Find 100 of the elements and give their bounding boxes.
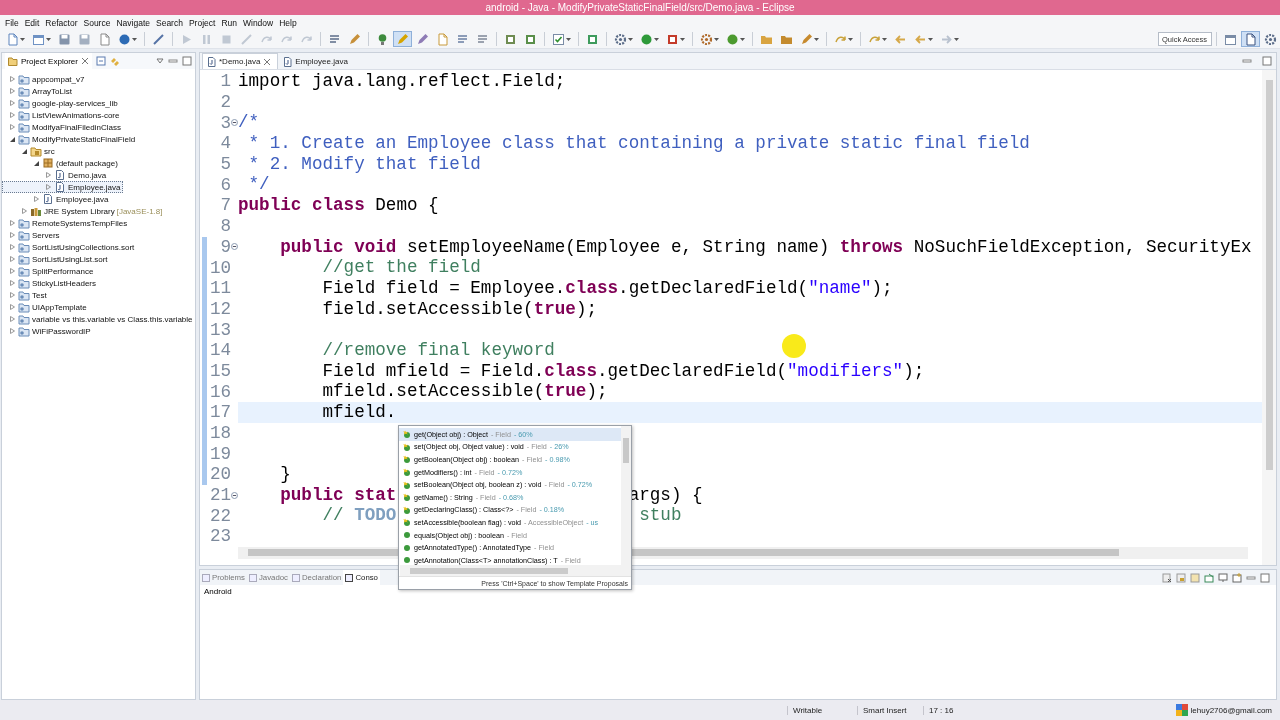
menu-item[interactable]: Source [80,17,114,28]
project-folder-icon [18,241,30,253]
caret-icon [954,37,959,41]
link-icon [109,56,120,66]
tree-item[interactable]: SplitPerformance [2,265,97,277]
tree-item[interactable]: (default package) [2,157,121,169]
maximize-icon [1260,572,1270,583]
tree-item[interactable]: StickyListHeaders [2,277,100,289]
project-folder-icon [18,217,30,229]
project-folder-icon [18,73,30,85]
menu-item[interactable]: Navigate [113,17,153,28]
view-menu-icon [156,57,164,65]
code-line: Field field = Employee.class.getDeclaredField("name"); [322,277,893,299]
line-number: 22 [208,505,231,526]
code-line: * 2. Modify that field [248,153,481,175]
tree-item[interactable]: ListViewAnimations-core [2,109,123,121]
left-arrow-icon [914,32,927,46]
starred-method-icon [403,455,411,464]
tree-item[interactable]: RemoteSystemsTempFiles [2,217,131,229]
maximize-icon [182,56,192,66]
lines-icon [328,32,341,46]
close-icon [263,57,272,66]
line-number: 6 [219,174,231,195]
popup-scrollbar[interactable] [621,426,631,565]
tree-item[interactable]: variable vs this.variable vs Class.this.variable [2,313,196,325]
vertical-scrollbar[interactable] [1262,70,1276,565]
tree-item[interactable]: ModifyaFinalFiledinClass [2,121,124,133]
java-file-icon [207,56,216,67]
starred-method-icon [403,493,411,502]
books-icon [30,205,42,217]
pencil-icon [348,32,361,46]
tree-item[interactable]: google-play-services_lib [2,97,121,109]
project-folder-icon [18,325,30,337]
line-number: 15 [208,360,231,381]
tree-item[interactable]: Demo.java [2,169,110,181]
left-arrow-icon [894,32,907,46]
popup-horizontal-scrollbar[interactable] [400,565,631,576]
caret-icon [566,37,571,41]
tree-item[interactable]: Servers [2,229,63,241]
caret-icon [714,37,719,41]
panel-tab-icon [345,573,354,582]
line-number: 10 [208,257,231,278]
tree-item[interactable]: WiFiPasswordIP [2,325,94,337]
close-icon [80,57,89,65]
tree-item[interactable]: src [2,145,58,157]
project-folder-icon [18,229,30,241]
editor-tab[interactable]: *Demo.java [202,53,279,69]
starred-method-icon [403,518,411,527]
tree-item[interactable]: Test [2,289,50,301]
slash-icon [152,32,165,46]
project-folder-icon [18,109,30,121]
code-line: field.setAccessible(true); [322,298,597,320]
project-folder-icon [18,265,30,277]
tree-item[interactable]: SortListUsingList.sort [2,253,111,265]
highlight-button[interactable] [393,31,412,47]
line-number: 18 [208,423,231,444]
menu-item[interactable]: Search [153,17,186,28]
tree-item[interactable]: ModifyPrivateStaticFinalField [2,133,139,145]
line-number: 8 [219,216,231,237]
menu-item[interactable]: Edit [21,17,43,28]
project-folder-icon [18,277,30,289]
tree-item[interactable]: SortListUsingCollections.sort [2,241,138,253]
menu-item[interactable]: Refactor [42,17,81,28]
code-line: mfield. [322,402,397,423]
ball-icon [726,32,739,46]
menu-item[interactable]: Run [218,17,240,28]
line-number: 5 [219,154,231,175]
cursor-highlight-icon [782,334,806,358]
java-file-icon [42,193,54,205]
code-line: } [280,464,291,485]
menu-item[interactable]: Window [240,17,277,28]
code-line: stub [639,505,682,527]
tree-item[interactable]: UIAppTemplate [2,301,90,313]
line-number: 20 [208,464,231,485]
project-folder-icon [18,313,30,325]
code-line: public class Demo { [238,195,439,216]
pause-icon [200,32,213,46]
project-folder-icon [18,97,30,109]
menu-item[interactable]: File [2,17,22,28]
tree-item[interactable]: ArrayToList [2,85,75,97]
caret-icon [20,37,25,41]
tree-item[interactable]: JRE System Library [JavaSE-1.8] [2,205,166,217]
line-number: 14 [208,340,231,361]
tree-item[interactable]: Employee.java [2,193,112,205]
user-email: lehuy2706@gmail.com [1190,705,1272,715]
tree-item[interactable]: appcompat_v7 [2,73,88,85]
menu-item[interactable]: Help [276,17,300,28]
java-perspective-button[interactable] [1241,31,1260,47]
menu-item[interactable]: Project [185,17,219,28]
ball-icon [118,32,131,46]
word-wrap-icon [1190,572,1200,583]
line-number: 3 [219,112,231,133]
caret-icon [46,37,51,41]
caret-icon [628,37,633,41]
starred-method-icon [403,442,411,451]
line-number: 21 [208,485,231,506]
line-number: 11 [208,278,231,299]
project-explorer-tab[interactable]: Project Explorer [5,53,92,69]
editor-tab[interactable]: Employee.java [278,53,355,69]
tree-item[interactable]: Employee.java [2,181,124,193]
